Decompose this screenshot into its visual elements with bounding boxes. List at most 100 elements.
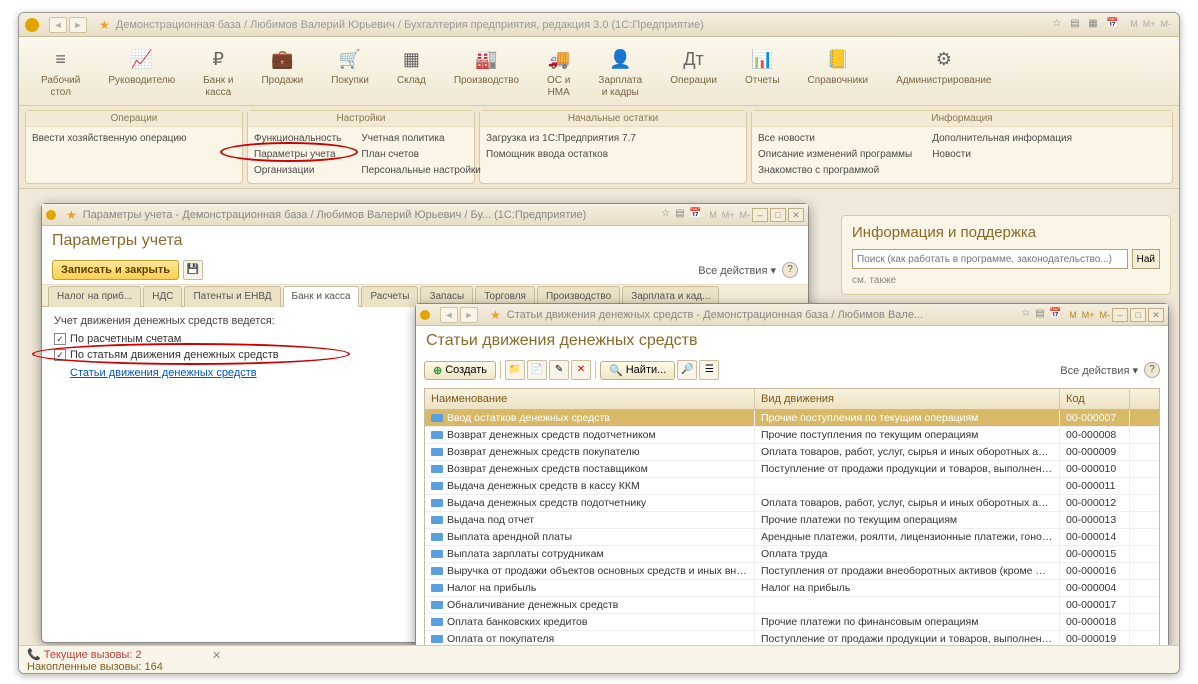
settings-link-params[interactable]: Параметры учета [254, 147, 341, 163]
nav-item[interactable]: 🚚ОС иНМА [533, 47, 584, 101]
info-header: Информация и поддержка [852, 224, 1160, 241]
tab[interactable]: Патенты и ЕНВД [184, 286, 280, 307]
table-row[interactable]: Выплата арендной платыАрендные платежи, … [425, 529, 1159, 546]
nav-item[interactable]: 📒Справочники [794, 47, 883, 101]
tab[interactable]: Налог на приб... [48, 286, 141, 307]
tab[interactable]: НДС [143, 286, 182, 307]
help-icon[interactable]: ? [1144, 362, 1160, 378]
table-row[interactable]: Выдача денежных средств в кассу ККМ00-00… [425, 478, 1159, 495]
find-button[interactable]: 🔍Найти... [600, 361, 675, 380]
create-button[interactable]: ⊕Создать [424, 361, 496, 380]
initial-link[interactable]: Помощник ввода остатков [486, 147, 740, 163]
tool-icon[interactable]: ☆ [1021, 308, 1035, 322]
nav-item[interactable]: ▦Склад [383, 47, 440, 101]
tool-icon[interactable]: ☆ [661, 208, 675, 222]
close-button[interactable]: ✕ [1148, 308, 1164, 322]
fwd-button[interactable]: ► [69, 17, 87, 33]
grid-body[interactable]: Ввод остатков денежных средствПрочие пос… [425, 410, 1159, 665]
settings-link[interactable]: Учетная политика [361, 131, 481, 147]
max-button[interactable]: □ [770, 208, 786, 222]
help-icon[interactable]: ? [782, 262, 798, 278]
nav-item[interactable]: ДтОперации [656, 47, 731, 101]
all-actions-button[interactable]: Все действия ▾ [698, 264, 776, 277]
info-link[interactable]: Знакомство с программой [758, 163, 912, 179]
panel-info: Информация Все новости Описание изменени… [751, 110, 1173, 184]
nav-item[interactable]: 🛒Покупки [317, 47, 383, 101]
tool-icon[interactable]: ▤ [1070, 18, 1084, 32]
op-link[interactable]: Ввести хозяйственную операцию [32, 131, 236, 147]
max-button[interactable]: □ [1130, 308, 1146, 322]
nav-item[interactable]: 📊Отчеты [731, 47, 794, 101]
col-code[interactable]: Код [1060, 389, 1130, 409]
fwd-button[interactable]: ► [460, 307, 478, 323]
checkbox-icon[interactable]: ✓ [54, 349, 66, 361]
col-name[interactable]: Наименование [425, 389, 755, 409]
calc-icon[interactable]: 📅 [1049, 308, 1063, 322]
info-link[interactable]: Дополнительная информация [932, 131, 1072, 147]
back-button[interactable]: ◄ [49, 17, 67, 33]
tab[interactable]: Расчеты [361, 286, 418, 307]
table-row[interactable]: Оплата банковских кредитовПрочие платежи… [425, 614, 1159, 631]
nav-item[interactable]: 👤Зарплатаи кадры [584, 47, 656, 101]
info-link[interactable]: Новости [932, 147, 1072, 163]
nav-item[interactable]: ⚙Администрирование [882, 47, 1005, 101]
nav-item[interactable]: 💼Продажи [247, 47, 317, 101]
search-button[interactable]: Най [1132, 249, 1160, 269]
save-icon[interactable]: 💾 [183, 260, 203, 280]
folder-icon[interactable]: 📁 [505, 360, 525, 380]
table-row[interactable]: Выдача под отчетПрочие платежи по текущи… [425, 512, 1159, 529]
nav-item[interactable]: ≡Рабочийстол [27, 47, 94, 101]
table-row[interactable]: Ввод остатков денежных средствПрочие пос… [425, 410, 1159, 427]
all-actions-button[interactable]: Все действия ▾ [1060, 364, 1138, 377]
star-icon[interactable]: ★ [490, 308, 501, 322]
calc-icon[interactable]: 📅 [1106, 18, 1120, 32]
info-link[interactable]: Все новости [758, 131, 912, 147]
settings-link[interactable]: Функциональность [254, 131, 341, 147]
tab[interactable]: Банк и касса [283, 286, 360, 307]
star-icon[interactable]: ★ [99, 18, 110, 32]
min-button[interactable]: – [752, 208, 768, 222]
table-row[interactable]: Выплата зарплаты сотрудникамОплата труда… [425, 546, 1159, 563]
dialog-toolbar: Записать и закрыть 💾 Все действия ▾ ? [42, 256, 808, 285]
col-type[interactable]: Вид движения [755, 389, 1060, 409]
nav-icon: ▦ [397, 49, 426, 73]
tool-icon[interactable]: ▤ [675, 208, 689, 222]
status-close[interactable]: ✕ [209, 646, 224, 665]
search-input[interactable] [852, 249, 1128, 269]
tool-icon[interactable]: ▦ [1088, 18, 1102, 32]
table-row[interactable]: Возврат денежных средств покупателюОплат… [425, 444, 1159, 461]
dialog-titlebar: ★ Параметры учета - Демонстрационная баз… [42, 204, 808, 226]
save-close-button[interactable]: Записать и закрыть [52, 260, 179, 280]
close-button[interactable]: ✕ [788, 208, 804, 222]
see-also: см. также [852, 275, 1160, 286]
delete-icon[interactable]: ✕ [571, 360, 591, 380]
star-icon[interactable]: ★ [66, 208, 77, 222]
table-row[interactable]: Налог на прибыльНалог на прибыль00-00000… [425, 580, 1159, 597]
clear-find-icon[interactable]: 🔎 [677, 360, 697, 380]
table-row[interactable]: Выдача денежных средств подотчетникуОпла… [425, 495, 1159, 512]
settings-link[interactable]: Организации [254, 163, 341, 179]
back-button[interactable]: ◄ [440, 307, 458, 323]
info-link[interactable]: Описание изменений программы [758, 147, 912, 163]
nav-item[interactable]: 🏭Производство [440, 47, 533, 101]
tool-icon[interactable]: ☆ [1052, 18, 1066, 32]
calc-icon[interactable]: 📅 [689, 208, 703, 222]
cash-flow-link[interactable]: Статьи движения денежных средств [70, 367, 257, 379]
row-icon [431, 601, 443, 609]
tree-icon[interactable]: ☰ [699, 360, 719, 380]
table-row[interactable]: Возврат денежных средств подотчетникомПр… [425, 427, 1159, 444]
nav-item[interactable]: ₽Банк икасса [189, 47, 247, 101]
table-row[interactable]: Обналичивание денежных средств00-000017 [425, 597, 1159, 614]
tool-icon[interactable]: ▤ [1035, 308, 1049, 322]
edit-icon[interactable]: ✎ [549, 360, 569, 380]
settings-link[interactable]: План счетов [361, 147, 481, 163]
checkbox-icon[interactable]: ✓ [54, 333, 66, 345]
table-row[interactable]: Выручка от продажи объектов основных сре… [425, 563, 1159, 580]
table-row[interactable]: Возврат денежных средств поставщикомПост… [425, 461, 1159, 478]
min-button[interactable]: – [1112, 308, 1128, 322]
row-icon [431, 618, 443, 626]
nav-item[interactable]: 📈Руководителю [94, 47, 189, 101]
copy-icon[interactable]: 📄 [527, 360, 547, 380]
initial-link[interactable]: Загрузка из 1С:Предприятия 7.7 [486, 131, 740, 147]
settings-link[interactable]: Персональные настройки [361, 163, 481, 179]
